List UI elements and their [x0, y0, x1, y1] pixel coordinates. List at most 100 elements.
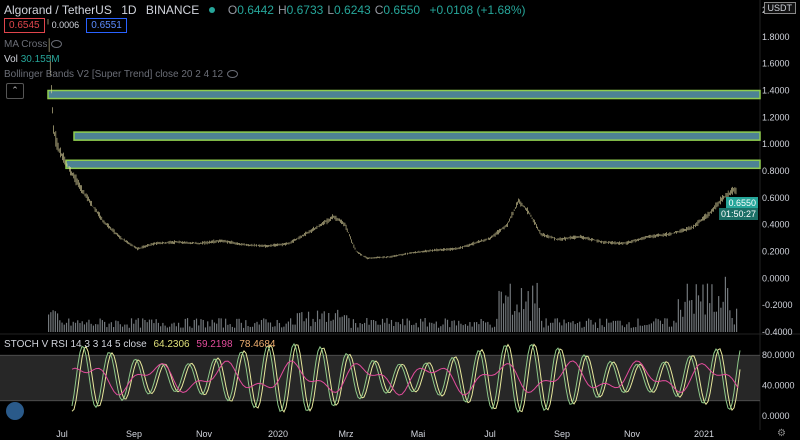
volume-bar [451, 320, 453, 332]
time-axis[interactable]: Jul Sep Nov 2020 Mrz Mai Jul Sep Nov 2021 [56, 429, 714, 439]
volume-bar [493, 326, 496, 332]
volume-bar [260, 319, 263, 332]
bollinger-label: Bollinger Bands V2 [Super Trend] close 2… [4, 69, 224, 80]
volume-bar [693, 313, 695, 332]
volume-bar [148, 319, 151, 332]
volume-bar [570, 322, 572, 332]
stoch-label: STOCH V RSI 14 3 3 14 5 close [4, 339, 147, 350]
volume-bar [202, 319, 204, 332]
volume-bar [245, 320, 247, 332]
eye-icon[interactable] [227, 70, 239, 79]
volume-bar [61, 322, 63, 332]
volume-bar [639, 325, 641, 332]
volume-bar [408, 320, 411, 332]
stoch-legend[interactable]: STOCH V RSI 14 3 3 14 5 close 64.2306 59… [4, 339, 275, 350]
bollinger-legend[interactable]: Bollinger Bands V2 [Super Trend] close 2… [4, 69, 239, 80]
volume-bar [106, 327, 108, 332]
volume-bar [180, 327, 182, 332]
volume-bar [321, 313, 323, 332]
volume-bar [691, 300, 693, 332]
price-axis[interactable]: 2.00001.80001.60001.40001.20001.00000.80… [762, 5, 793, 337]
chart-settings-icon[interactable]: ⚙ [777, 428, 786, 439]
volume-bar [543, 327, 545, 332]
volume-bar [236, 318, 238, 332]
volume-bar [641, 325, 644, 332]
volume-bar [623, 327, 626, 332]
volume-bar [554, 318, 556, 332]
volume-bar [511, 314, 514, 332]
volume-bar [402, 318, 404, 332]
stoch-pane[interactable]: 80.0000 40.0000 0.0000 [0, 342, 795, 421]
volume-bar [160, 326, 162, 332]
volume-bar [251, 326, 254, 332]
volume-bar [597, 327, 599, 332]
volume-bar [709, 303, 711, 332]
interval-label[interactable]: 1D [121, 3, 136, 17]
volume-bar [406, 318, 408, 332]
volume-bar [588, 318, 590, 332]
volume-bar [144, 319, 146, 332]
volume-bar [65, 322, 68, 332]
volume-bar [242, 327, 245, 332]
volume-bar [186, 318, 189, 332]
volume-bar [355, 323, 357, 332]
volume-bar [541, 320, 543, 332]
volume-bar [722, 301, 724, 332]
volume-bar [101, 320, 103, 332]
volume-bar [117, 321, 119, 332]
volume-bar [198, 325, 200, 332]
volume-bar [218, 318, 220, 332]
tradingview-logo-icon[interactable] [6, 402, 24, 420]
volume-bar [724, 276, 726, 332]
volume-bar [579, 321, 581, 332]
volume-bar [736, 308, 738, 332]
volume-legend[interactable]: Vol 30.155M [4, 54, 60, 65]
buy-price[interactable]: 0.6551 [86, 18, 127, 33]
volume-bar [372, 319, 375, 332]
volume-bar [384, 322, 386, 332]
ma-cross-legend[interactable]: MA Cross [4, 39, 63, 50]
volume-bar [711, 284, 713, 332]
volume-bar [256, 321, 258, 332]
volume-bar [146, 322, 148, 332]
volume-bar [258, 324, 260, 332]
volume-bar [516, 304, 518, 332]
sell-price[interactable]: 0.6545 [4, 18, 45, 33]
volume-bar [635, 327, 637, 332]
volume-bar [621, 325, 623, 332]
currency-badge[interactable]: USDT [763, 2, 796, 14]
volume-bar [462, 325, 464, 332]
volume-bar [126, 324, 128, 332]
volume-bar [339, 317, 341, 332]
volume-bar [292, 324, 294, 332]
volume-bar [666, 318, 668, 332]
volume-bar [514, 311, 516, 332]
volume-bar [86, 322, 88, 332]
volume-bar [332, 319, 334, 332]
volume-bar [162, 322, 164, 332]
candle-timer-tag: 01:50:27 [718, 208, 758, 220]
eye-icon[interactable] [51, 40, 63, 49]
volume-bar [697, 295, 700, 332]
volume-bar [500, 291, 502, 332]
volume-bar [529, 320, 532, 332]
volume-bar [626, 324, 628, 332]
time-axis-label: Nov [624, 429, 641, 439]
resistance-zones[interactable] [47, 89, 761, 170]
symbol-header[interactable]: Algorand / TetherUS 1D BINANCE O0.6442 H0… [4, 3, 526, 17]
volume-bar [491, 327, 493, 332]
symbol-name[interactable]: Algorand / TetherUS [4, 3, 112, 17]
volume-bar [269, 322, 272, 332]
volume-bar [375, 321, 377, 332]
volume-bar [397, 322, 399, 332]
volume-bar [229, 324, 231, 332]
volume-bar [95, 324, 97, 332]
volume-bar [59, 320, 61, 332]
volume-bar [189, 326, 191, 332]
volume-bar [276, 319, 278, 332]
volume-bar [476, 322, 478, 332]
price-chart[interactable]: 80.000040.00000.0000 2.00001.80001.60001… [0, 0, 800, 440]
collapse-legend-button[interactable]: ⌃ [6, 83, 24, 99]
volume-bar [92, 325, 95, 332]
volume-bar [632, 327, 635, 332]
